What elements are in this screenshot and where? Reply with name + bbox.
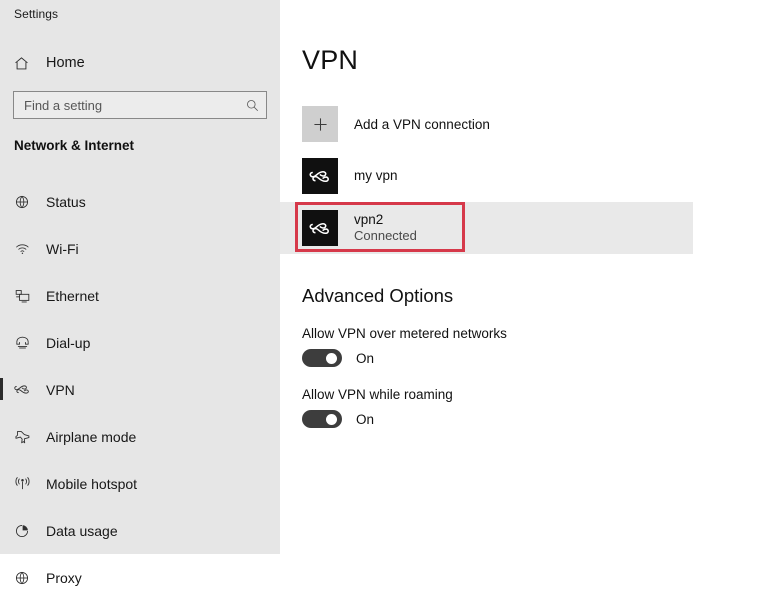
sidebar-nav: Status Wi-Fi <box>0 178 280 601</box>
sidebar-item-status[interactable]: Status <box>0 178 280 225</box>
search-icon[interactable] <box>238 98 266 113</box>
sidebar-item-label: Data usage <box>46 523 118 539</box>
add-vpn-connection-label: Add a VPN connection <box>354 117 490 132</box>
advanced-options-section: Allow VPN over metered networks On Allow… <box>302 326 722 448</box>
vpn-connection-list: Add a VPN connection my vpn <box>280 98 768 254</box>
vpn-icon <box>0 383 38 396</box>
selection-indicator <box>0 378 3 400</box>
option-vpn-roaming: Allow VPN while roaming On <box>302 387 722 428</box>
vpn-connection-text: vpn2 Connected <box>354 212 417 244</box>
sidebar-item-label: Status <box>46 194 86 210</box>
sidebar-item-data-usage[interactable]: Data usage <box>0 507 280 554</box>
wifi-icon <box>0 241 38 256</box>
toggle-state-label: On <box>356 412 374 427</box>
add-vpn-connection-button[interactable]: Add a VPN connection <box>280 98 768 150</box>
sidebar-item-dialup[interactable]: Dial-up <box>0 319 280 366</box>
sidebar-item-label: Proxy <box>46 570 82 586</box>
sidebar-item-label: Home <box>46 55 85 71</box>
sidebar-item-label: Dial-up <box>46 335 90 351</box>
toggle-metered-networks[interactable] <box>302 349 342 367</box>
sidebar: Settings Home Network & Internet <box>0 0 280 554</box>
sidebar-item-vpn[interactable]: VPN <box>0 366 280 413</box>
toggle-state-label: On <box>356 351 374 366</box>
phone-icon <box>0 335 38 350</box>
home-icon <box>0 55 38 72</box>
sidebar-item-home[interactable]: Home <box>0 48 280 78</box>
vpn-connection-status: Connected <box>354 228 417 244</box>
plus-icon <box>302 106 338 142</box>
sidebar-item-airplane-mode[interactable]: Airplane mode <box>0 413 280 460</box>
page-title: VPN <box>302 45 358 76</box>
sidebar-item-label: Ethernet <box>46 288 99 304</box>
ethernet-icon <box>0 288 38 304</box>
option-label: Allow VPN over metered networks <box>302 326 722 341</box>
globe-icon <box>0 570 38 586</box>
sidebar-item-label: Airplane mode <box>46 429 136 445</box>
vpn-connection-item-selected[interactable]: vpn2 Connected <box>280 202 693 254</box>
sidebar-item-label: VPN <box>46 382 75 398</box>
toggle-knob <box>326 353 337 364</box>
vpn-connection-name: my vpn <box>354 168 398 184</box>
sidebar-item-label: Mobile hotspot <box>46 476 137 492</box>
vpn-connection-text: my vpn <box>354 168 398 184</box>
advanced-options-heading: Advanced Options <box>302 285 453 307</box>
globe-icon <box>0 194 38 210</box>
toggle-knob <box>326 414 337 425</box>
sidebar-item-proxy[interactable]: Proxy <box>0 554 280 601</box>
sidebar-item-mobile-hotspot[interactable]: Mobile hotspot <box>0 460 280 507</box>
toggle-row: On <box>302 349 722 367</box>
pie-chart-icon <box>0 523 38 539</box>
airplane-icon <box>0 429 38 445</box>
vpn-icon <box>302 210 338 246</box>
hotspot-icon <box>0 476 38 492</box>
vpn-connection-item[interactable]: my vpn <box>280 150 768 202</box>
app-title: Settings <box>14 7 58 21</box>
toggle-row: On <box>302 410 722 428</box>
sidebar-category-heading: Network & Internet <box>14 138 134 153</box>
option-label: Allow VPN while roaming <box>302 387 722 402</box>
vpn-connection-name: vpn2 <box>354 212 417 228</box>
main-content: VPN Add a VPN connection <box>280 0 768 554</box>
settings-window: Settings Home Network & Internet <box>0 0 768 554</box>
search-box[interactable] <box>13 91 267 119</box>
search-input[interactable] <box>14 92 238 118</box>
sidebar-item-wifi[interactable]: Wi-Fi <box>0 225 280 272</box>
toggle-vpn-roaming[interactable] <box>302 410 342 428</box>
sidebar-item-label: Wi-Fi <box>46 241 79 257</box>
option-metered-networks: Allow VPN over metered networks On <box>302 326 722 367</box>
sidebar-item-ethernet[interactable]: Ethernet <box>0 272 280 319</box>
vpn-icon <box>302 158 338 194</box>
